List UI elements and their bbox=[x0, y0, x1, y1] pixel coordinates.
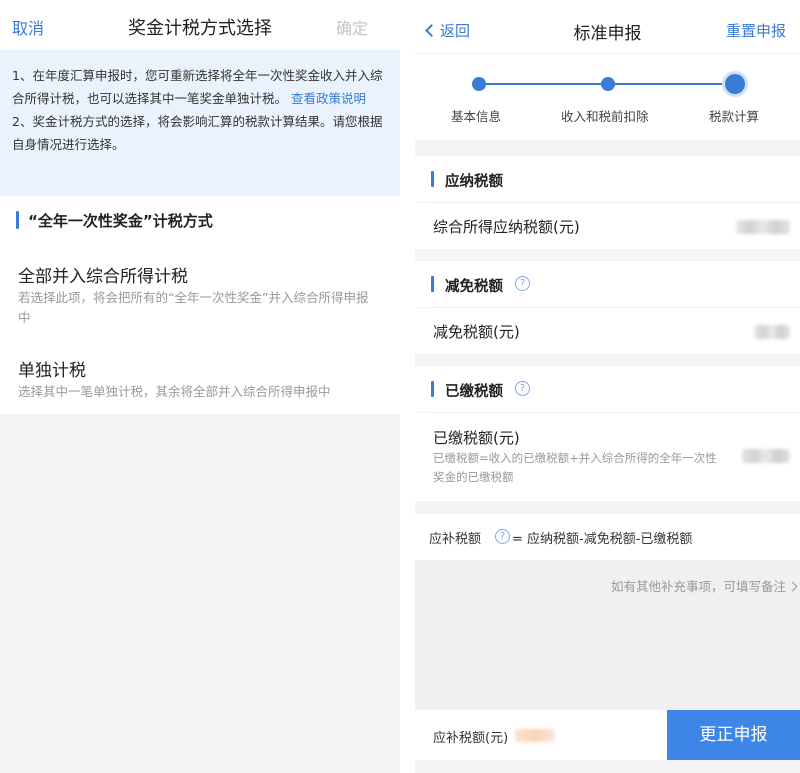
section-accent-bar bbox=[16, 211, 19, 229]
section-header-payable: 应纳税额 bbox=[415, 156, 800, 202]
step-label-1: 基本信息 bbox=[451, 109, 502, 124]
standard-declaration-panel: 返回 标准申报 重置申报 基本信息 收入和税前扣除 税款计算 应纳税额 综合所得… bbox=[415, 0, 800, 773]
add-remark-link[interactable]: 如有其他补充事项，可填写备注 bbox=[610, 576, 798, 595]
section-title: 应纳税额 bbox=[445, 174, 503, 190]
option-combined-income[interactable]: 全部并入综合所得计税 若选择此项，将会把所有的“全年一次性奖金”并入综合所得申报… bbox=[0, 246, 400, 342]
progress-stepper: 基本信息 收入和税前扣除 税款计算 bbox=[415, 54, 800, 140]
row-paid-tax: 已缴税额(元) 已缴税额=收入的已缴税额+并入综合所得的全年一次性奖金的已缴税额 bbox=[415, 413, 800, 501]
blurred-value bbox=[515, 729, 555, 742]
policy-link[interactable]: 查看政策说明 bbox=[291, 91, 366, 106]
row-label: 综合所得应纳税额(元) bbox=[433, 218, 580, 236]
row-payable-tax: 综合所得应纳税额(元) bbox=[415, 203, 800, 249]
option-desc: 若选择此项，将会把所有的“全年一次性奖金”并入综合所得申报中 bbox=[18, 290, 369, 325]
option-title: 单独计税 bbox=[18, 361, 86, 381]
help-circle-icon[interactable]: ? bbox=[515, 381, 530, 396]
section-header: “全年一次性奖金”计税方式 bbox=[0, 196, 400, 246]
row-reduction-tax: 减免税额(元) bbox=[415, 308, 800, 354]
reset-declaration-button[interactable]: 重置申报 bbox=[726, 20, 786, 41]
remark-text: 如有其他补充事项，可填写备注 bbox=[610, 579, 786, 594]
chevron-right-icon bbox=[787, 581, 798, 592]
nav-bar: 取消 奖金计税方式选择 确定 bbox=[0, 0, 400, 50]
remark-area: 如有其他补充事项，可填写备注 bbox=[415, 560, 800, 710]
step-dot-1 bbox=[472, 77, 486, 91]
nav-bar: 返回 标准申报 重置申报 bbox=[415, 0, 800, 54]
supplement-tax-formula: 应补税额 ? = 应纳税额-减免税额-已缴税额 bbox=[415, 514, 800, 560]
section-title: “全年一次性奖金”计税方式 bbox=[28, 212, 213, 230]
notice-paragraph-2: 2、奖金计税方式的选择，将会影响汇算的税款计算结果。请您根据自身情况进行选择。 bbox=[12, 114, 383, 152]
correct-declaration-button[interactable]: 更正申报 bbox=[667, 710, 800, 760]
help-circle-icon[interactable]: ? bbox=[515, 276, 530, 291]
option-desc: 选择其中一笔单独计税，其余将全部并入综合所得申报中 bbox=[18, 384, 331, 399]
formula-label: 应补税额 bbox=[429, 532, 482, 547]
bonus-tax-method-panel: 取消 奖金计税方式选择 确定 1、在年度汇算申报时，您可重新选择将全年一次性奖金… bbox=[0, 0, 400, 773]
section-header-reduction: 减免税额 ? bbox=[415, 261, 800, 307]
blurred-value bbox=[736, 220, 790, 234]
row-description: 已缴税额=收入的已缴税额+并入综合所得的全年一次性奖金的已缴税额 bbox=[433, 451, 717, 484]
option-title: 全部并入综合所得计税 bbox=[18, 267, 188, 287]
bottom-bar: 应补税额(元) 更正申报 bbox=[415, 710, 800, 760]
row-label: 减免税额(元) bbox=[433, 323, 520, 341]
confirm-button[interactable]: 确定 bbox=[336, 15, 368, 39]
section-accent-bar bbox=[431, 381, 434, 397]
notice-box: 1、在年度汇算申报时，您可重新选择将全年一次性奖金收入并入综合所得计税，也可以选… bbox=[0, 50, 400, 196]
supplement-tax-label: 应补税额(元) bbox=[433, 731, 509, 746]
section-accent-bar bbox=[431, 171, 434, 187]
section-accent-bar bbox=[431, 276, 434, 292]
option-separate-tax[interactable]: 单独计税 选择其中一笔单独计税，其余将全部并入综合所得申报中 bbox=[0, 342, 400, 414]
step-dot-3-current bbox=[725, 74, 745, 94]
formula-equation: = 应纳税额-减免税额-已缴税额 bbox=[512, 532, 693, 547]
section-title: 减免税额 bbox=[445, 279, 503, 295]
blurred-value bbox=[742, 449, 790, 463]
section-title: 已缴税额 bbox=[445, 384, 503, 400]
section-header-paid: 已缴税额 ? bbox=[415, 366, 800, 412]
step-label-3: 税款计算 bbox=[709, 109, 760, 124]
step-dot-2 bbox=[601, 77, 615, 91]
blurred-value bbox=[754, 325, 790, 339]
step-label-2: 收入和税前扣除 bbox=[561, 109, 649, 124]
help-circle-icon[interactable]: ? bbox=[495, 529, 510, 544]
row-label: 已缴税额(元) bbox=[433, 429, 520, 447]
